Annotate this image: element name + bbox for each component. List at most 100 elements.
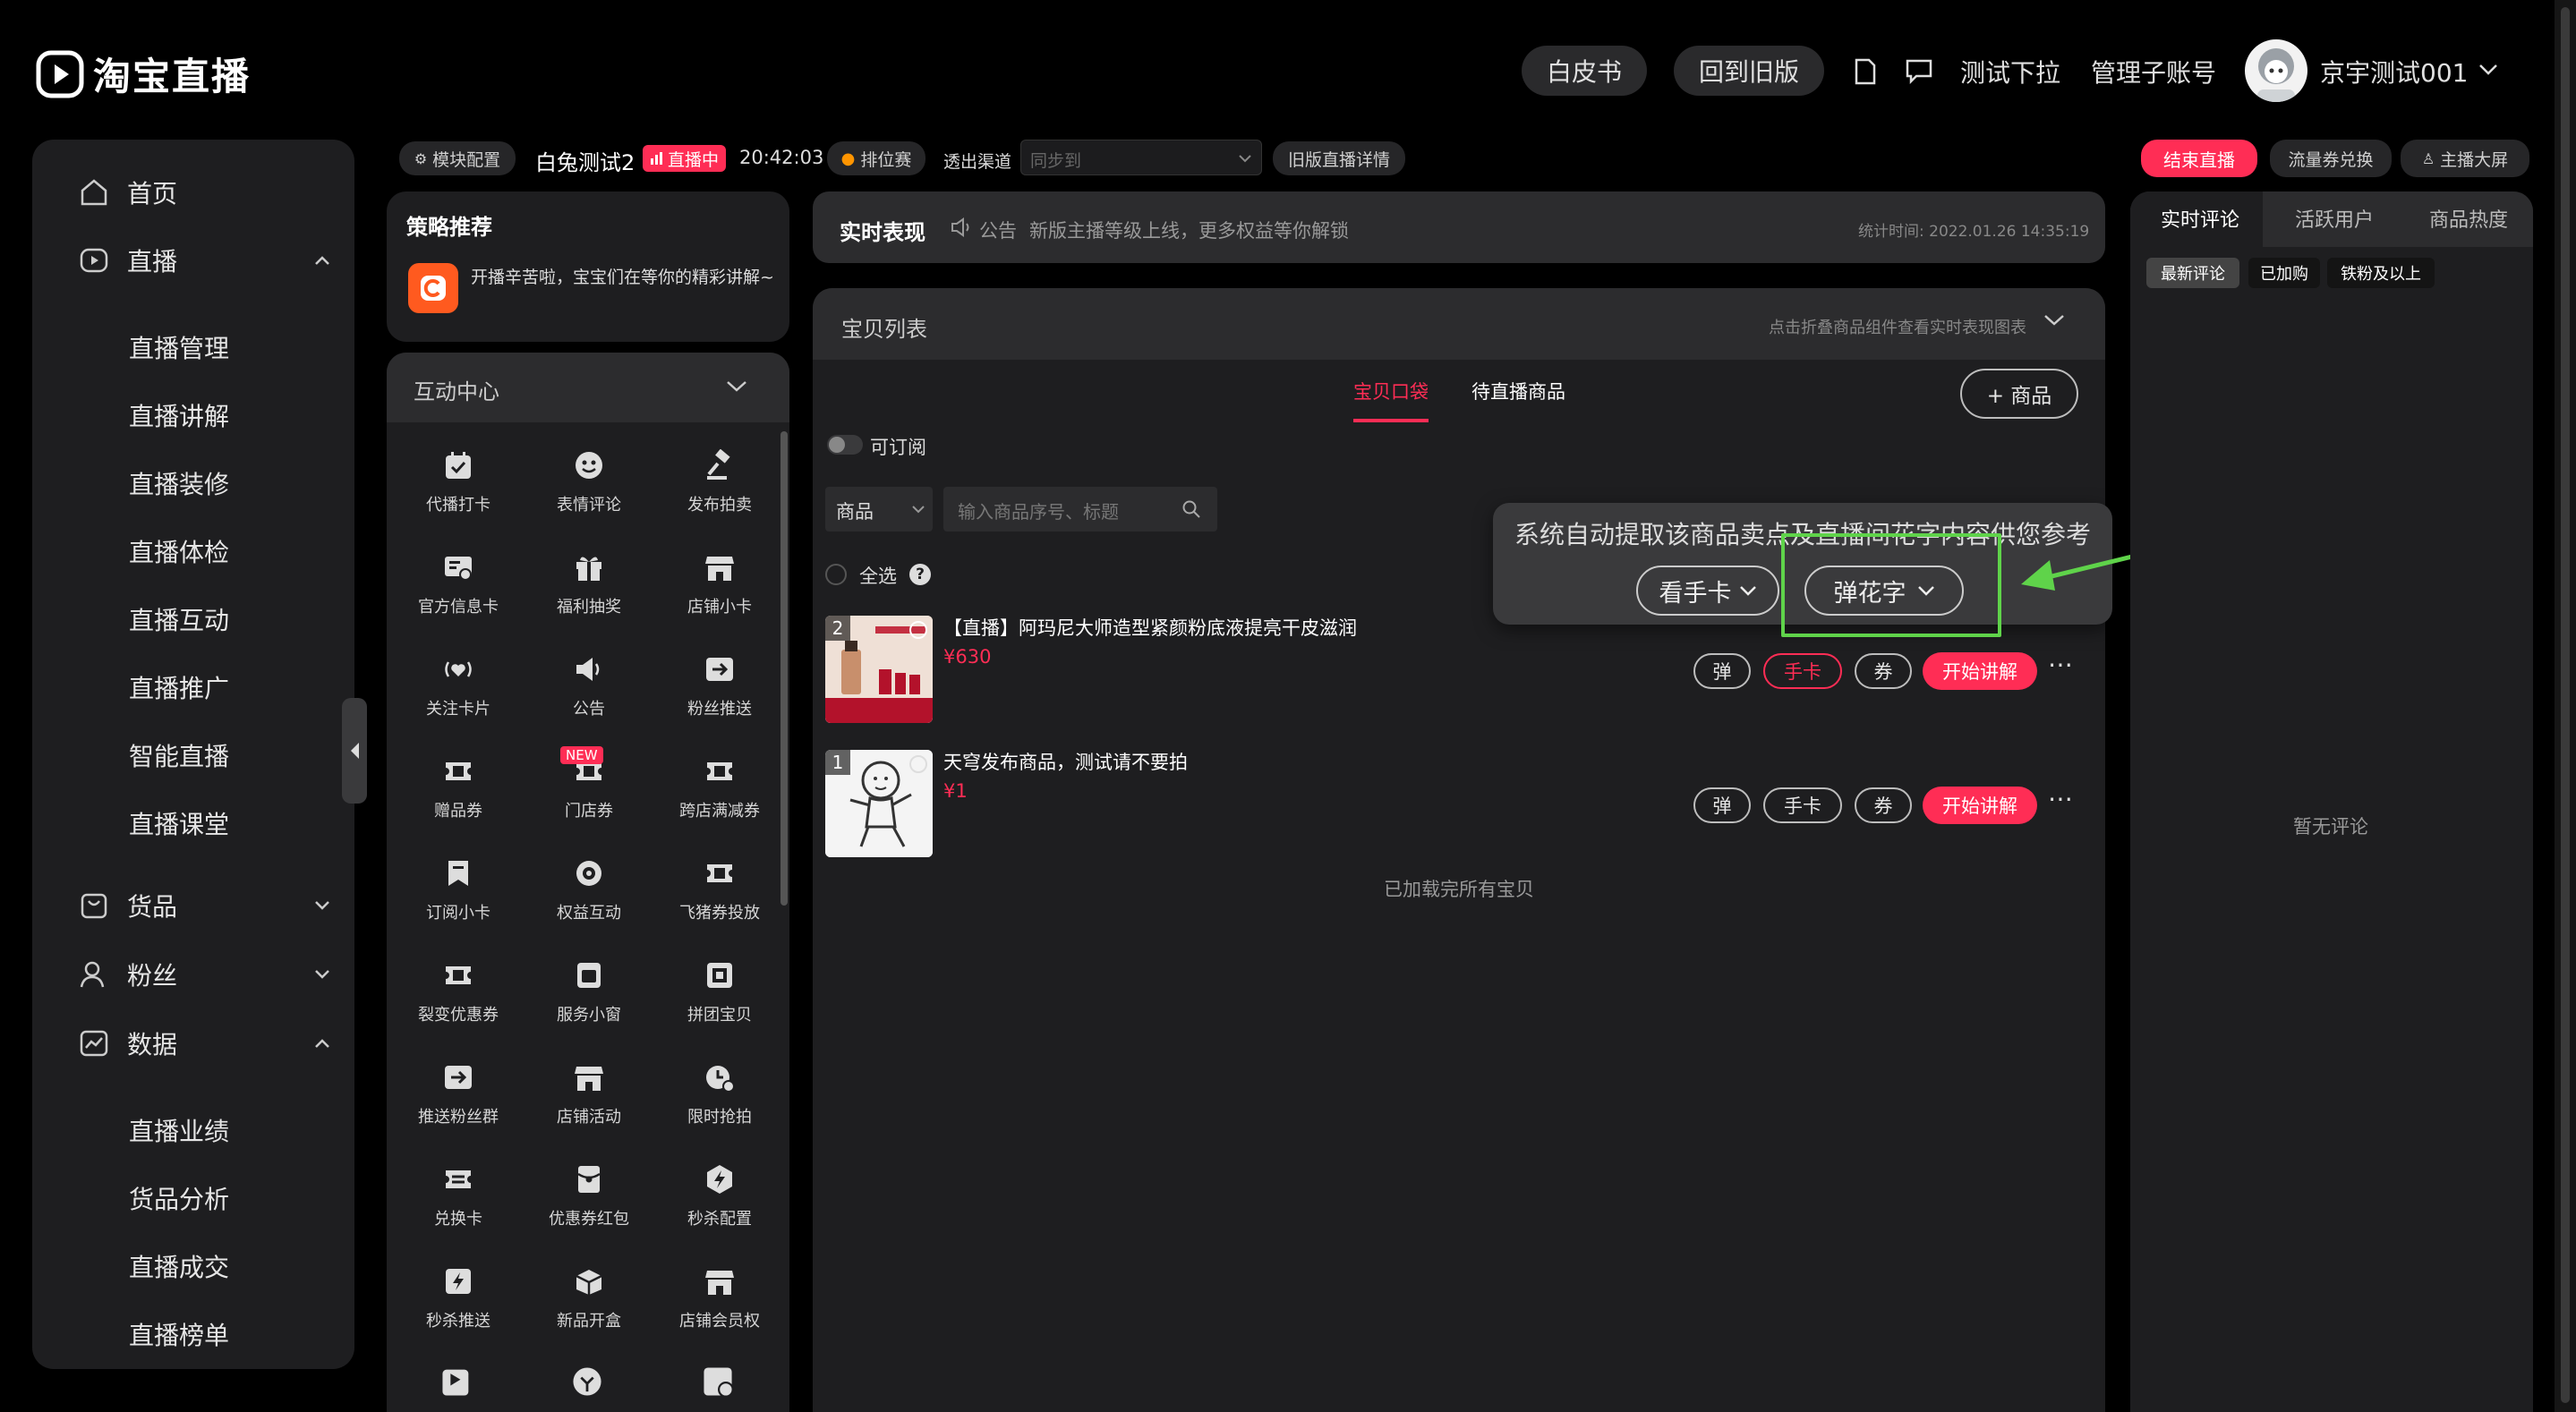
avatar[interactable] [2245, 39, 2307, 102]
sidebar-item-data[interactable]: 数据 [32, 1016, 354, 1070]
grid-item-seckill-push[interactable]: 秒杀推送 [392, 1263, 525, 1331]
chip-latest-comments[interactable]: 最新评论 [2146, 258, 2239, 288]
sidebar-item-live-decorate[interactable]: 直播装修 [129, 465, 229, 501]
window-scrollbar-track[interactable] [2555, 0, 2576, 1412]
sidebar-item-live-performance[interactable]: 直播业绩 [129, 1112, 229, 1148]
sidebar-item-goods-analysis[interactable]: 货品分析 [129, 1180, 229, 1216]
product-thumbnail[interactable]: 2 [825, 616, 933, 723]
grid-item-follow-card[interactable]: 关注卡片 [392, 651, 525, 719]
grid-item-push-fan-group[interactable]: 推送粉丝群 [392, 1059, 525, 1127]
grid-item-new-product-box[interactable]: 新品开盒 [523, 1263, 655, 1331]
logo[interactable]: 淘宝直播 [36, 47, 251, 101]
sidebar-item-fans[interactable]: 粉丝 [32, 948, 354, 1001]
chevron-down-icon[interactable] [2478, 63, 2499, 77]
grid-item-cross-store-coupon[interactable]: 跨店满减券 [653, 753, 786, 821]
test-dropdown-link[interactable]: 测试下拉 [1960, 54, 2060, 89]
sidebar-collapse-button[interactable] [342, 698, 367, 804]
grid-item-partial-icon[interactable] [569, 1364, 605, 1399]
grid-item-gift-coupon[interactable]: 赠品券 [392, 753, 525, 821]
view-card-button[interactable]: 看手卡 [1636, 566, 1779, 616]
sidebar-item-live-checkup[interactable]: 直播体检 [129, 533, 229, 569]
grid-item-shop-card[interactable]: 店铺小卡 [653, 549, 786, 617]
tab-active-users[interactable]: 活跃用户 [2295, 204, 2374, 233]
grid-item-official-info-card[interactable]: 官方信息卡 [392, 549, 525, 617]
module-config-button[interactable]: ⚙ 模块配置 [399, 141, 516, 175]
announce-text[interactable]: 新版主播等级上线，更多权益等你解锁 [1029, 217, 1349, 243]
grid-item-benefit-interact[interactable]: 权益互动 [523, 855, 655, 923]
sidebar-item-live-promote[interactable]: 直播推广 [129, 669, 229, 705]
big-screen-button[interactable]: ♙ 主播大屏 [2401, 140, 2529, 177]
goods-list-header[interactable]: 宝贝列表 点击折叠商品组件查看实时表现图表 [813, 288, 2105, 360]
grid-item-fans-push[interactable]: 粉丝推送 [653, 651, 786, 719]
tab-goods-pocket[interactable]: 宝贝口袋 [1353, 378, 1429, 404]
document-icon[interactable] [1853, 57, 1878, 86]
product-checkbox[interactable] [909, 755, 927, 773]
sidebar-item-smart-live[interactable]: 智能直播 [129, 737, 229, 773]
sidebar-item-live-ranking[interactable]: 直播榜单 [129, 1316, 229, 1352]
grid-item-seckill-config[interactable]: 秒杀配置 [653, 1161, 786, 1229]
message-icon[interactable] [1905, 57, 1933, 84]
interaction-header[interactable]: 互动中心 [387, 353, 789, 422]
grid-item-shop-activity[interactable]: 店铺活动 [523, 1059, 655, 1127]
select-all-checkbox[interactable] [825, 564, 847, 585]
window-scrollbar-thumb[interactable] [2561, 7, 2570, 1403]
chip-added-cart[interactable]: 已加购 [2248, 258, 2320, 288]
grid-item-proxy-checkin[interactable]: 代播打卡 [392, 447, 525, 515]
more-icon[interactable]: ⋯ [2048, 784, 2073, 813]
product-checkbox[interactable] [909, 621, 927, 639]
grid-item-shop-member-rights[interactable]: 店铺会员权 [653, 1263, 786, 1331]
coupon-button[interactable]: 券 [1855, 653, 1912, 689]
grid-item-exchange-card[interactable]: 兑换卡 [392, 1161, 525, 1229]
grid-item-service-window[interactable]: 服务小窗 [523, 957, 655, 1025]
end-live-button[interactable]: 结束直播 [2141, 140, 2257, 177]
grid-item-announcement[interactable]: 公告 [523, 651, 655, 719]
channel-select[interactable]: 同步到 [1020, 140, 1262, 175]
back-old-version-button[interactable]: 回到旧版 [1674, 46, 1824, 96]
tab-realtime-comments[interactable]: 实时评论 [2161, 204, 2239, 233]
grid-item-group-buy[interactable]: 拼团宝贝 [653, 957, 786, 1025]
more-icon[interactable]: ⋯ [2048, 650, 2073, 679]
rank-button[interactable]: ● 排位赛 [827, 141, 925, 175]
help-icon[interactable]: ? [909, 564, 931, 585]
sidebar-item-live-deals[interactable]: 直播成交 [129, 1248, 229, 1284]
grid-item-flash-buy[interactable]: 限时抢拍 [653, 1059, 786, 1127]
sidebar-item-live-manage[interactable]: 直播管理 [129, 329, 229, 365]
sidebar-item-live-explain[interactable]: 直播讲解 [129, 397, 229, 433]
hand-card-button[interactable]: 手卡 [1763, 653, 1842, 689]
grid-item-coupon-red-packet[interactable]: 优惠券红包 [523, 1161, 655, 1229]
whitepaper-button[interactable]: 白皮书 [1522, 46, 1647, 96]
sidebar-item-live-class[interactable]: 直播课堂 [129, 805, 229, 841]
search-icon[interactable] [1181, 499, 1201, 519]
grid-item-lottery[interactable]: 福利抽奖 [523, 549, 655, 617]
grid-item-subscribe-card[interactable]: 订阅小卡 [392, 855, 525, 923]
grid-item-fission-coupon[interactable]: 裂变优惠券 [392, 957, 525, 1025]
start-explain-button[interactable]: 开始讲解 [1923, 787, 2037, 824]
filter-select[interactable]: 商品 [825, 487, 933, 532]
add-goods-button[interactable]: + 商品 [1960, 369, 2078, 419]
sidebar-item-goods[interactable]: 货品 [32, 879, 354, 932]
product-title[interactable]: 【直播】阿玛尼大师造型紧颜粉底液提亮干皮滋润 [943, 614, 1357, 641]
grid-item-partial-icon[interactable] [439, 1364, 474, 1399]
coupon-button[interactable]: 券 [1855, 787, 1912, 823]
username[interactable]: 京宇测试001 [2320, 54, 2468, 89]
subscribe-toggle[interactable] [827, 435, 863, 455]
product-title[interactable]: 天穹发布商品，测试请不要拍 [943, 748, 1188, 775]
danmu-button[interactable]: 弹 [1693, 787, 1751, 823]
product-thumbnail[interactable]: 1 [825, 750, 933, 857]
sidebar-item-live[interactable]: 直播 [32, 234, 354, 287]
tab-goods-heat[interactable]: 商品热度 [2429, 204, 2508, 233]
grid-item-fliggy-coupon[interactable]: 飞猪券投放 [653, 855, 786, 923]
grid-item-emoji-comment[interactable]: 表情评论 [523, 447, 655, 515]
grid-item-auction[interactable]: 发布拍卖 [653, 447, 786, 515]
old-live-detail-button[interactable]: 旧版直播详情 [1273, 141, 1405, 175]
grid-item-partial-icon[interactable] [700, 1364, 736, 1399]
sidebar-item-live-interact[interactable]: 直播互动 [129, 601, 229, 637]
start-explain-button[interactable]: 开始讲解 [1923, 652, 2037, 690]
search-input[interactable]: 输入商品序号、标题 [943, 487, 1217, 532]
tab-pending-goods[interactable]: 待直播商品 [1471, 378, 1565, 404]
hand-card-button[interactable]: 手卡 [1763, 787, 1842, 823]
chip-iron-fans[interactable]: 铁粉及以上 [2327, 258, 2435, 288]
danmu-button[interactable]: 弹 [1693, 653, 1751, 689]
coupon-exchange-button[interactable]: 流量券兑换 [2270, 140, 2392, 177]
sidebar-item-home[interactable]: 首页 [32, 166, 354, 219]
